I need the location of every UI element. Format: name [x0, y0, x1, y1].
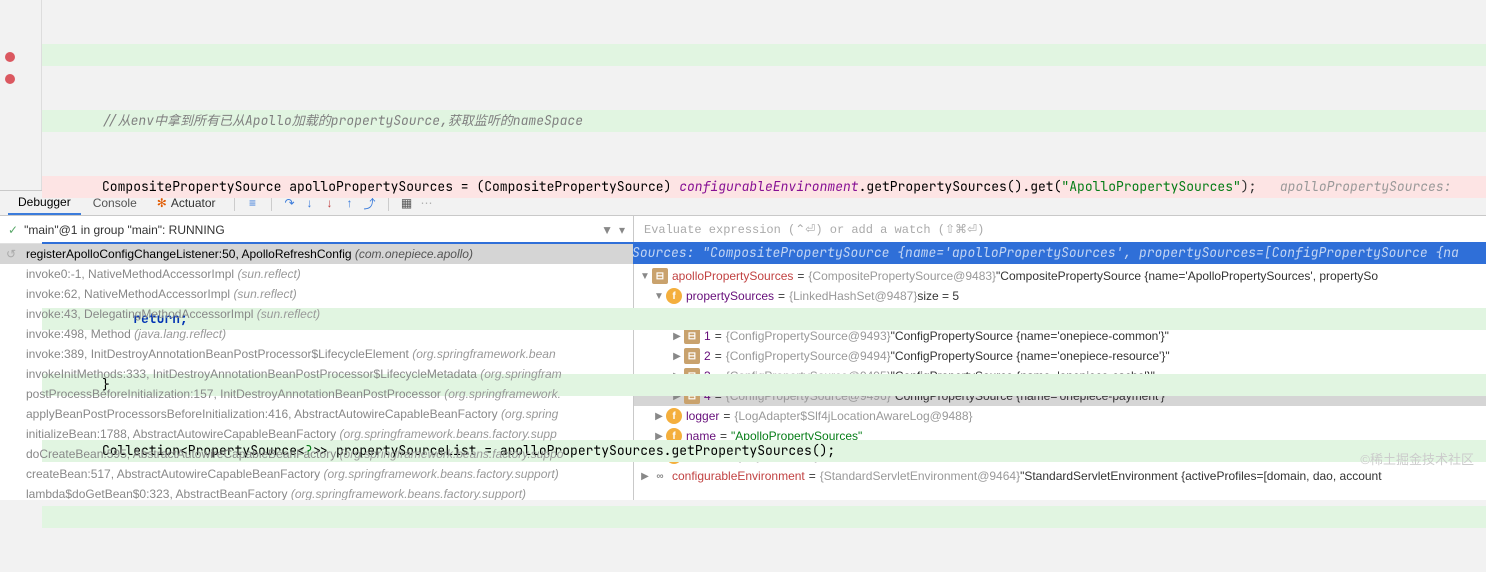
stack-frame[interactable]: ↺registerApolloConfigChangeListener:50, … — [0, 244, 633, 264]
stack-frame[interactable]: invoke:62, NativeMethodAccessorImpl (sun… — [0, 284, 633, 304]
stack-frame[interactable]: invoke:389, InitDestroyAnnotationBeanPos… — [0, 344, 633, 364]
stack-frame[interactable]: doCreateBean:595, AbstractAutowireCapabl… — [0, 444, 633, 464]
breakpoint-icon[interactable] — [5, 52, 15, 62]
frames-list[interactable]: ↺registerApolloConfigChangeListener:50, … — [0, 244, 633, 500]
gutter — [0, 0, 42, 190]
comment: //从env中拿到所有已从Apollo加载的propertySource,获取监… — [102, 112, 583, 129]
frames-panel: ✓ "main"@1 in group "main": RUNNING ▼ ▾ … — [0, 216, 634, 500]
check-icon: ✓ — [8, 223, 18, 237]
stack-frame[interactable]: lambda$doGetBean$0:323, AbstractBeanFact… — [0, 484, 633, 500]
stack-frame[interactable]: invoke:498, Method (java.lang.reflect) — [0, 324, 633, 344]
code-editor[interactable]: s //从env中拿到所有已从Apollo加载的propertySource,获… — [0, 0, 1486, 190]
inline-hint: apolloPropertySources: — [1280, 178, 1452, 195]
inline-hint: apolloPropertySources: "CompositePropert… — [523, 244, 1459, 261]
stack-frame[interactable]: initializeBean:1788, AbstractAutowireCap… — [0, 424, 633, 444]
stack-frame[interactable]: invokeInitMethods:333, InitDestroyAnnota… — [0, 364, 633, 384]
trace-icon[interactable]: ⋯ — [419, 195, 435, 211]
stack-frame[interactable]: invoke0:-1, NativeMethodAccessorImpl (su… — [0, 264, 633, 284]
breakpoint-active-icon[interactable] — [5, 74, 15, 84]
stack-frame[interactable]: applyBeanPostProcessorsBeforeInitializat… — [0, 404, 633, 424]
stack-frame[interactable]: invoke:43, DelegatingMethodAccessorImpl … — [0, 304, 633, 324]
stack-frame[interactable]: createBean:517, AbstractAutowireCapableB… — [0, 464, 633, 484]
frame-icon: ↺ — [6, 247, 16, 261]
stack-frame[interactable]: postProcessBeforeInitialization:157, Ini… — [0, 384, 633, 404]
code-line — [42, 44, 1486, 66]
